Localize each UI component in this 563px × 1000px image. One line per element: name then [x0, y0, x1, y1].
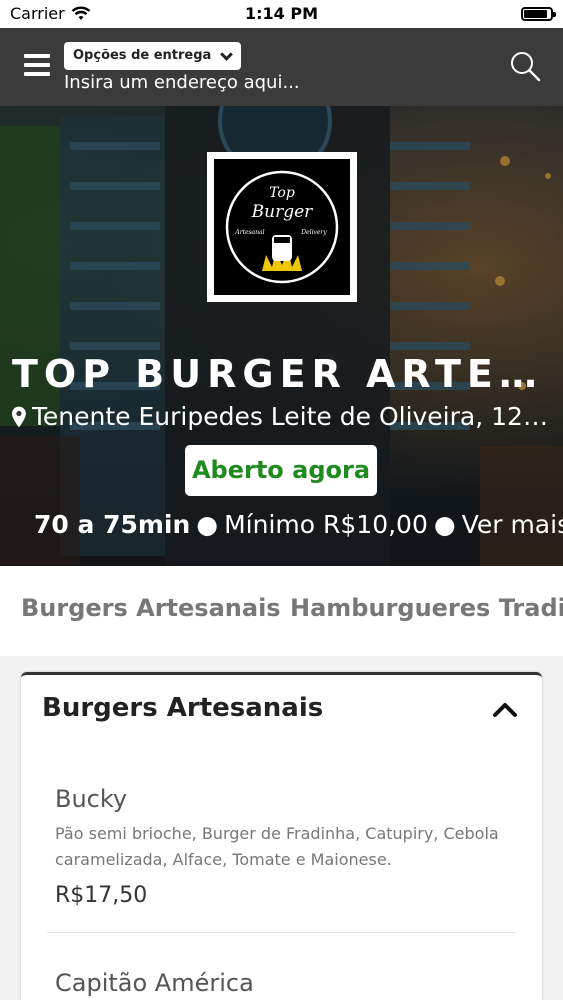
app-screen: Carrier 1:14 PM Opções de entrega Insira… [0, 0, 563, 1000]
tab-hamburgueres-tradicionais[interactable]: Hamburgueres Tradicionais [290, 594, 563, 622]
delivery-options-button[interactable]: Opções de entrega [64, 42, 242, 70]
restaurant-name: TOP BURGER ARTESANAL [12, 352, 552, 396]
tab-burgers-artesanais[interactable]: Burgers Artesanais [21, 594, 281, 622]
status-bar: Carrier 1:14 PM [0, 0, 563, 28]
logo-word-right: Delivery [300, 229, 327, 236]
open-status-badge: Aberto agora [185, 445, 377, 496]
minimum-order: Mínimo R$10,00 [224, 510, 428, 539]
delivery-info: 70 a 75min ● Mínimo R$10,00 ● Ver mais [26, 510, 563, 539]
hamburger-menu-button[interactable] [24, 54, 50, 76]
chevron-down-icon [220, 48, 234, 61]
logo-word-left: Artesanal [234, 229, 264, 236]
search-icon [511, 52, 541, 82]
item-divider [47, 932, 517, 933]
logo-word-burger: Burger [251, 202, 314, 222]
address-input[interactable]: Insira um endereço aqui... [64, 72, 464, 93]
battery-icon [521, 7, 556, 21]
item-price: R$17,50 [55, 883, 148, 908]
search-button[interactable] [509, 50, 541, 82]
logo-word-top: Top [269, 185, 295, 201]
separator-dot: ● [196, 510, 219, 539]
location-pin-icon [12, 406, 26, 427]
delivery-options-label: Opções de entrega [73, 48, 212, 63]
chevron-up-icon [493, 703, 517, 717]
restaurant-banner: Top Burger Artesanal Delivery TOP BURGER… [0, 106, 563, 566]
section-title: Burgers Artesanais [42, 693, 324, 723]
item-name: Capitão América [55, 969, 254, 997]
collapse-section-button[interactable] [492, 699, 518, 719]
restaurant-logo: Top Burger Artesanal Delivery [207, 152, 357, 302]
app-header: Opções de entrega Insira um endereço aqu… [0, 28, 563, 106]
item-name: Bucky [55, 785, 128, 813]
item-description: Pão semi brioche, Burger de Fradinha, Ca… [55, 824, 499, 869]
category-tabs: Burgers Artesanais Hamburgueres Tradicio… [0, 566, 563, 656]
menu-item[interactable]: Capitão América [55, 969, 515, 997]
see-more-link[interactable]: Ver mais [462, 510, 563, 539]
separator-dot: ● [433, 510, 456, 539]
battery-level [524, 10, 547, 18]
menu-item[interactable]: Bucky Pão semi brioche, Burger de Fradin… [55, 785, 515, 908]
logo-artwork: Top Burger Artesanal Delivery [225, 170, 339, 284]
clock: 1:14 PM [244, 4, 318, 23]
menu-section-card: Burgers Artesanais Bucky Pão semi brioch… [21, 672, 542, 1000]
delivery-time: 70 a 75min [34, 510, 191, 539]
restaurant-address: Tenente Euripedes Leite de Oliveira, 127… [12, 402, 557, 431]
menu-content: Burgers Artesanais Bucky Pão semi brioch… [0, 656, 563, 1000]
address-text: Tenente Euripedes Leite de Oliveira, 127… [31, 402, 557, 431]
